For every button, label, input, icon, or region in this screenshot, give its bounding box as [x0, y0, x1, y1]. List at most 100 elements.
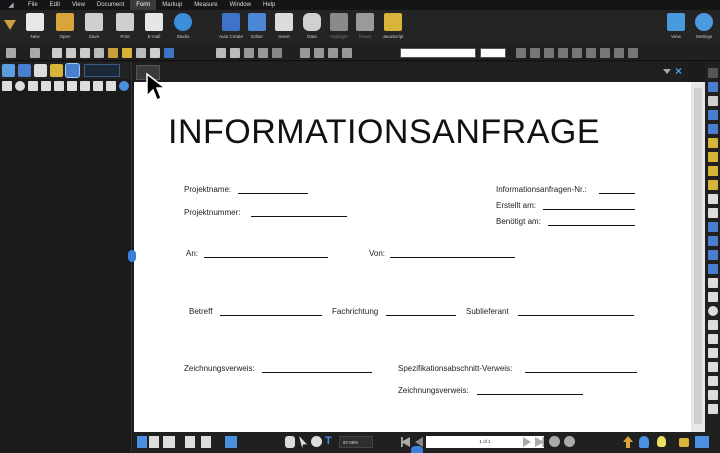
single-page-icon[interactable]: [137, 436, 147, 448]
bottom-panel-collapse-icon[interactable]: [411, 446, 423, 453]
panel-search-field[interactable]: [84, 64, 120, 77]
callout-icon[interactable]: [708, 110, 718, 120]
paste-icon[interactable]: [80, 48, 90, 58]
left-panel-collapse-icon[interactable]: [128, 250, 136, 262]
auto-create-button[interactable]: Auto Create: [216, 13, 246, 44]
layers-tab-icon[interactable]: [50, 64, 63, 77]
font-size-dropdown[interactable]: [480, 48, 506, 58]
an-field[interactable]: [204, 257, 328, 258]
two-page-icon[interactable]: [163, 436, 175, 448]
shapes-icon[interactable]: [708, 194, 718, 204]
italic-icon[interactable]: [530, 48, 540, 58]
view-button[interactable]: View: [663, 13, 689, 44]
open-button[interactable]: Open: [52, 13, 78, 44]
menu-edit[interactable]: Edit: [44, 0, 66, 10]
fit-page-icon[interactable]: [201, 436, 211, 448]
line-width-icon[interactable]: [300, 48, 310, 58]
zoom-icon[interactable]: [311, 436, 322, 447]
full-screen-icon[interactable]: [225, 436, 237, 448]
line-icon[interactable]: [216, 48, 226, 58]
barcode-icon[interactable]: [106, 81, 116, 91]
eraser-icon[interactable]: [708, 166, 718, 176]
opacity-icon[interactable]: [342, 48, 352, 58]
new-button[interactable]: New: [22, 13, 48, 44]
bookmarks-tab-icon[interactable]: [2, 64, 15, 77]
properties-icon[interactable]: [708, 68, 718, 78]
snapshot-icon[interactable]: [150, 48, 160, 58]
polyline-icon[interactable]: [708, 222, 718, 232]
benoetigt-field[interactable]: [548, 225, 635, 226]
menu-view[interactable]: View: [66, 0, 91, 10]
ellipse-icon[interactable]: [708, 306, 718, 316]
polygon-icon[interactable]: [708, 292, 718, 302]
ok-button-icon[interactable]: [80, 81, 90, 91]
menu-form[interactable]: Form: [130, 0, 157, 10]
pattern-icon[interactable]: [272, 48, 282, 58]
line-style-icon[interactable]: [314, 48, 324, 58]
menu-file[interactable]: File: [22, 0, 44, 10]
measure-icon[interactable]: [708, 320, 718, 330]
tab-menu-icon[interactable]: [663, 69, 671, 74]
checkbox-icon[interactable]: [28, 81, 38, 91]
first-page-icon[interactable]: [401, 437, 410, 447]
arrow-tool-icon[interactable]: [708, 250, 718, 260]
thumbnails-tab-icon[interactable]: [34, 64, 47, 77]
list-box-icon[interactable]: [41, 81, 51, 91]
text-select-icon[interactable]: T: [325, 435, 332, 447]
app-logo-icon[interactable]: ◢: [0, 0, 22, 10]
settings-button[interactable]: Settings: [691, 13, 717, 44]
signature-field-icon[interactable]: [93, 81, 103, 91]
printer-tool-icon[interactable]: [708, 96, 718, 106]
erstellt-field[interactable]: [543, 209, 635, 210]
volume-icon[interactable]: [708, 362, 718, 372]
cloud-icon[interactable]: [708, 264, 718, 274]
email-button[interactable]: E-mail: [141, 13, 167, 44]
pen-tool-icon[interactable]: [708, 124, 718, 134]
zeichnungsverweis-field[interactable]: [262, 372, 372, 373]
area-icon[interactable]: [708, 334, 718, 344]
select-arrow-icon[interactable]: [299, 436, 307, 448]
select-icon[interactable]: [136, 48, 146, 58]
rectangle-icon[interactable]: [708, 278, 718, 288]
profile-icon[interactable]: [4, 20, 16, 30]
stroke-color-icon[interactable]: [258, 48, 268, 58]
betreff-field[interactable]: [220, 315, 322, 316]
fill-color-icon[interactable]: [244, 48, 254, 58]
stamp-tool-icon[interactable]: [708, 152, 718, 162]
align-right-icon[interactable]: [628, 48, 638, 58]
pen-tab-icon[interactable]: [18, 64, 31, 77]
save-button[interactable]: Save: [81, 13, 107, 44]
sublieferant-field[interactable]: [518, 315, 634, 316]
settings-gear-icon[interactable]: [119, 81, 129, 91]
data-button[interactable]: Data: [299, 13, 325, 44]
font-dropdown[interactable]: [400, 48, 476, 58]
align-center-icon[interactable]: [614, 48, 624, 58]
vertical-scrollbar[interactable]: [691, 82, 705, 432]
forms-tab-icon[interactable]: [65, 63, 80, 78]
align-left-icon[interactable]: [600, 48, 610, 58]
menu-window[interactable]: Window: [224, 0, 257, 10]
brush-icon[interactable]: [108, 48, 118, 58]
bold-icon[interactable]: [516, 48, 526, 58]
angle-icon[interactable]: [708, 376, 718, 386]
forward-view-icon[interactable]: [564, 436, 575, 447]
menu-help[interactable]: Help: [257, 0, 281, 10]
subscript-icon[interactable]: [586, 48, 596, 58]
highlight-button[interactable]: Highlight: [326, 13, 352, 44]
count-icon[interactable]: [708, 348, 718, 358]
scroll-thumb[interactable]: [694, 88, 702, 424]
reset-button[interactable]: Reset: [352, 13, 378, 44]
strikethrough-icon[interactable]: [558, 48, 568, 58]
dropdown-icon[interactable]: [54, 81, 64, 91]
cut-icon[interactable]: [52, 48, 62, 58]
button-field-icon[interactable]: [67, 81, 77, 91]
studio-button[interactable]: Studio: [170, 13, 196, 44]
arrow-style-icon[interactable]: [328, 48, 338, 58]
underline-icon[interactable]: [544, 48, 554, 58]
editor-button[interactable]: Editor: [244, 13, 270, 44]
superscript-icon[interactable]: [572, 48, 582, 58]
redo-icon[interactable]: [30, 48, 40, 58]
copy-icon[interactable]: [66, 48, 76, 58]
spezifikation-field[interactable]: [525, 372, 637, 373]
menu-measure[interactable]: Measure: [188, 0, 223, 10]
